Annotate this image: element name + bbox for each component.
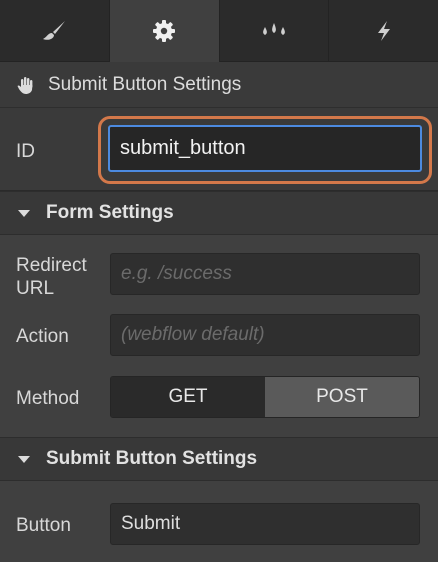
form-settings-header[interactable]: Form Settings	[0, 191, 438, 235]
caret-down-icon	[18, 209, 30, 217]
method-get-button[interactable]: GET	[111, 377, 265, 417]
action-label: Action	[16, 326, 69, 347]
tab-style[interactable]	[0, 0, 110, 62]
tab-settings[interactable]	[109, 0, 220, 62]
form-settings-title: Form Settings	[46, 202, 174, 223]
submit-settings-header[interactable]: Submit Button Settings	[0, 437, 438, 481]
action-input[interactable]	[110, 314, 420, 356]
panel-tab-bar	[0, 0, 438, 62]
caret-down-icon	[18, 455, 30, 463]
id-label: ID	[16, 141, 35, 162]
settings-panel: Submit Button Settings ID Form Settings …	[0, 0, 438, 562]
submit-settings-title: Submit Button Settings	[46, 448, 258, 469]
redirect-url-label: Redirect URL	[16, 255, 87, 299]
method-post-button[interactable]: POST	[265, 377, 419, 417]
button-text-input[interactable]	[110, 503, 420, 545]
element-title: Submit Button Settings	[48, 73, 242, 95]
method-toggle: GET POST	[110, 376, 420, 418]
gear-icon	[153, 20, 176, 42]
tab-interactions[interactable]	[329, 0, 438, 62]
redirect-url-input[interactable]	[110, 253, 420, 295]
paintbrush-icon	[43, 20, 66, 40]
element-header: Submit Button Settings	[0, 62, 438, 108]
lightning-icon	[377, 20, 390, 41]
button-label: Button	[16, 515, 71, 536]
drops-icon	[262, 22, 285, 35]
tab-style-manager[interactable]	[219, 0, 330, 62]
id-input[interactable]	[108, 125, 422, 172]
hand-icon	[16, 75, 36, 95]
method-label: Method	[16, 388, 80, 409]
